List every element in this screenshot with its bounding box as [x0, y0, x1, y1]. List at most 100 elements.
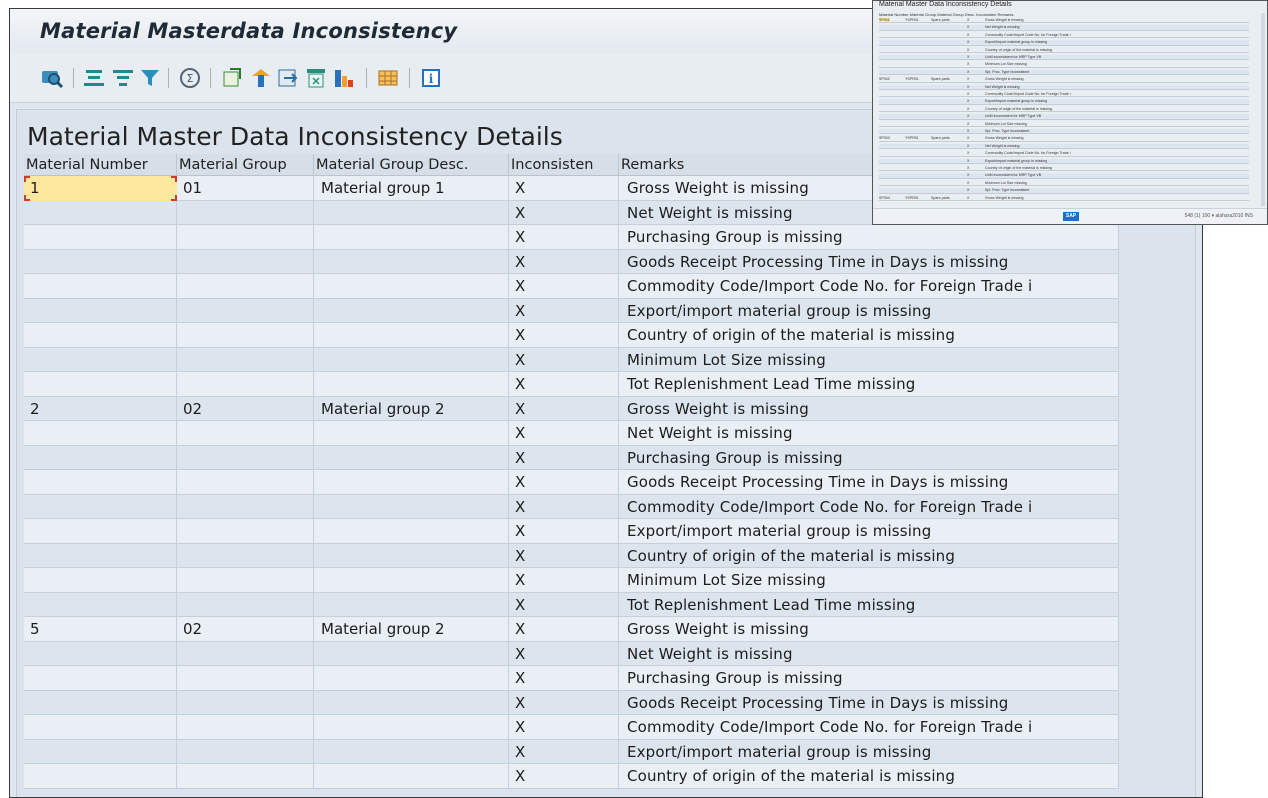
- cell-material-number[interactable]: [24, 249, 177, 274]
- cell-material-number[interactable]: 1: [24, 176, 177, 201]
- cell-material-group[interactable]: [177, 592, 314, 617]
- cell-material-group[interactable]: [177, 519, 314, 544]
- cell-remarks[interactable]: Net Weight is missing: [619, 421, 1119, 446]
- cell-remarks[interactable]: Tot Replenishment Lead Time missing: [619, 372, 1119, 397]
- cell-inconsistent[interactable]: X: [509, 249, 619, 274]
- grid-icon[interactable]: [376, 66, 400, 90]
- cell-inconsistent[interactable]: X: [509, 225, 619, 250]
- cell-inconsistent[interactable]: X: [509, 568, 619, 593]
- cell-material-group-desc[interactable]: [314, 519, 509, 544]
- cell-remarks[interactable]: Country of origin of the material is mis…: [619, 323, 1119, 348]
- cell-material-group[interactable]: 02: [177, 396, 314, 421]
- cell-material-number[interactable]: [24, 715, 177, 740]
- cell-remarks[interactable]: Net Weight is missing: [619, 641, 1119, 666]
- cell-remarks[interactable]: Purchasing Group is missing: [619, 666, 1119, 691]
- cell-material-group[interactable]: [177, 372, 314, 397]
- table-row[interactable]: X Commodity Code/Import Code No. for Fore…: [24, 715, 1119, 740]
- cell-material-number[interactable]: [24, 543, 177, 568]
- cell-remarks[interactable]: Goods Receipt Processing Time in Days is…: [619, 249, 1119, 274]
- cell-material-group[interactable]: [177, 225, 314, 250]
- cell-material-group-desc[interactable]: [314, 323, 509, 348]
- cell-material-number[interactable]: [24, 200, 177, 225]
- cell-material-group-desc[interactable]: Material group 2: [314, 396, 509, 421]
- table-row[interactable]: X Country of origin of the material is mi…: [24, 323, 1119, 348]
- cell-material-group[interactable]: [177, 274, 314, 299]
- cell-inconsistent[interactable]: X: [509, 592, 619, 617]
- cell-material-group[interactable]: [177, 739, 314, 764]
- cell-inconsistent[interactable]: X: [509, 764, 619, 789]
- cell-remarks[interactable]: Country of origin of the material is mis…: [619, 543, 1119, 568]
- cell-remarks[interactable]: Tot Replenishment Lead Time missing: [619, 592, 1119, 617]
- cell-material-number[interactable]: 5: [24, 617, 177, 642]
- inset-scrollbar[interactable]: [1261, 13, 1265, 206]
- cell-inconsistent[interactable]: X: [509, 666, 619, 691]
- cell-remarks[interactable]: Country of origin of the material is mis…: [619, 764, 1119, 789]
- cell-material-group[interactable]: [177, 764, 314, 789]
- table-row[interactable]: 5 02 Material group 2 X Gross Weight is miss…: [24, 617, 1119, 642]
- table-row[interactable]: X Minimum Lot Size missing: [24, 568, 1119, 593]
- cell-inconsistent[interactable]: X: [509, 519, 619, 544]
- column-header-material-group[interactable]: Material Group: [177, 154, 314, 176]
- cell-inconsistent[interactable]: X: [509, 298, 619, 323]
- cell-remarks[interactable]: Export/import material group is missing: [619, 739, 1119, 764]
- table-row[interactable]: X Goods Receipt Processing Time in Days i…: [24, 690, 1119, 715]
- cell-inconsistent[interactable]: X: [509, 543, 619, 568]
- table-row[interactable]: X Export/import material group is missing: [24, 519, 1119, 544]
- table-row[interactable]: X Net Weight is missing: [24, 421, 1119, 446]
- cell-material-group-desc[interactable]: [314, 592, 509, 617]
- table-row[interactable]: X Goods Receipt Processing Time in Days i…: [24, 249, 1119, 274]
- cell-inconsistent[interactable]: X: [509, 200, 619, 225]
- cell-material-group-desc[interactable]: Material group 2: [314, 617, 509, 642]
- cell-material-group-desc[interactable]: [314, 470, 509, 495]
- cell-remarks[interactable]: Gross Weight is missing: [619, 617, 1119, 642]
- cell-inconsistent[interactable]: X: [509, 396, 619, 421]
- cell-material-number[interactable]: [24, 568, 177, 593]
- cell-material-number[interactable]: [24, 225, 177, 250]
- cell-inconsistent[interactable]: X: [509, 617, 619, 642]
- table-row[interactable]: X Country of origin of the material is mi…: [24, 764, 1119, 789]
- cell-material-group[interactable]: [177, 543, 314, 568]
- table-row[interactable]: X Tot Replenishment Lead Time missing: [24, 372, 1119, 397]
- cell-material-group-desc[interactable]: [314, 543, 509, 568]
- cell-material-group[interactable]: [177, 690, 314, 715]
- column-header-material-group-desc[interactable]: Material Group Desc.: [314, 154, 509, 176]
- cell-material-group-desc[interactable]: [314, 666, 509, 691]
- table-row[interactable]: X Purchasing Group is missing: [24, 445, 1119, 470]
- column-header-inconsistent[interactable]: Inconsisten: [509, 154, 619, 176]
- cell-material-number[interactable]: [24, 323, 177, 348]
- table-row[interactable]: X Purchasing Group is missing: [24, 666, 1119, 691]
- table-row[interactable]: X Purchasing Group is missing: [24, 225, 1119, 250]
- cell-material-group[interactable]: [177, 666, 314, 691]
- cell-material-group-desc[interactable]: [314, 494, 509, 519]
- cell-material-number[interactable]: [24, 690, 177, 715]
- cell-material-group[interactable]: [177, 445, 314, 470]
- cell-inconsistent[interactable]: X: [509, 421, 619, 446]
- cell-remarks[interactable]: Goods Receipt Processing Time in Days is…: [619, 470, 1119, 495]
- cell-material-number[interactable]: [24, 739, 177, 764]
- cell-remarks[interactable]: Export/import material group is missing: [619, 519, 1119, 544]
- table-row[interactable]: 2 02 Material group 2 X Gross Weight is miss…: [24, 396, 1119, 421]
- cell-material-number[interactable]: 2: [24, 396, 177, 421]
- export-icon[interactable]: [220, 66, 244, 90]
- table-row[interactable]: X Minimum Lot Size missing: [24, 347, 1119, 372]
- cell-material-number[interactable]: [24, 494, 177, 519]
- table-row[interactable]: X Commodity Code/Import Code No. for Fore…: [24, 274, 1119, 299]
- cell-material-number[interactable]: [24, 666, 177, 691]
- cell-inconsistent[interactable]: X: [509, 641, 619, 666]
- total-icon[interactable]: Σ: [178, 66, 202, 90]
- cell-material-group-desc[interactable]: [314, 298, 509, 323]
- cell-material-number[interactable]: [24, 347, 177, 372]
- cell-material-number[interactable]: [24, 274, 177, 299]
- cell-remarks[interactable]: Purchasing Group is missing: [619, 225, 1119, 250]
- cell-material-group-desc[interactable]: [314, 641, 509, 666]
- cell-inconsistent[interactable]: X: [509, 739, 619, 764]
- cell-remarks[interactable]: Commodity Code/Import Code No. for Forei…: [619, 274, 1119, 299]
- cell-material-group-desc[interactable]: Material group 1: [314, 176, 509, 201]
- table-row[interactable]: X Goods Receipt Processing Time in Days i…: [24, 470, 1119, 495]
- cell-material-group-desc[interactable]: [314, 421, 509, 446]
- cell-inconsistent[interactable]: X: [509, 347, 619, 372]
- cell-material-group[interactable]: [177, 470, 314, 495]
- cell-material-number[interactable]: [24, 421, 177, 446]
- cell-material-group-desc[interactable]: [314, 764, 509, 789]
- cell-inconsistent[interactable]: X: [509, 274, 619, 299]
